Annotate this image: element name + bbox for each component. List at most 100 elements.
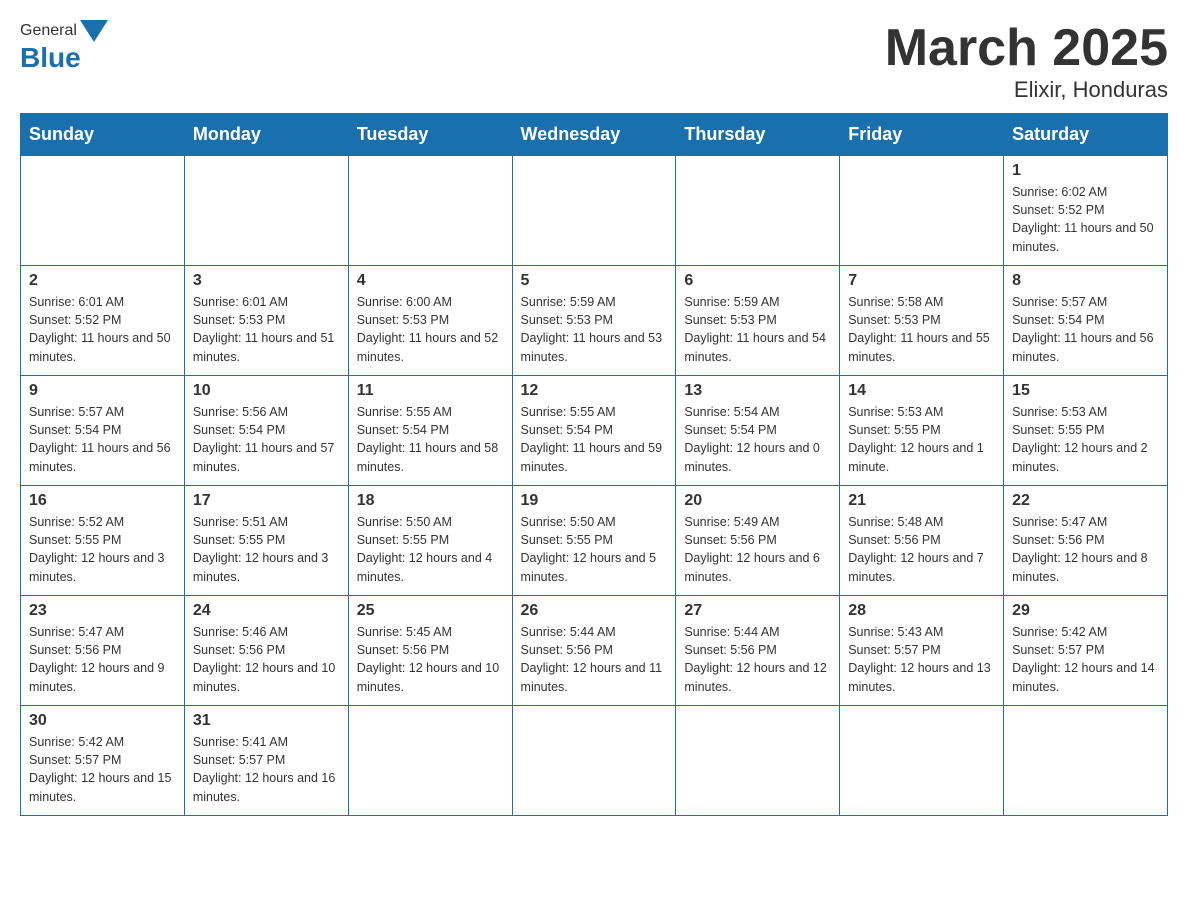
day-info: Sunrise: 5:56 AM Sunset: 5:54 PM Dayligh… — [193, 403, 340, 476]
calendar-cell: 20 Sunrise: 5:49 AM Sunset: 5:56 PM Dayli… — [676, 486, 840, 596]
logo-triangle-icon — [80, 20, 108, 42]
logo-general-text: General — [20, 22, 77, 40]
calendar-table: SundayMondayTuesdayWednesdayThursdayFrid… — [20, 113, 1168, 816]
calendar-cell: 30 Sunrise: 5:42 AM Sunset: 5:57 PM Dayli… — [21, 706, 185, 816]
day-number: 23 — [29, 602, 176, 620]
calendar-cell: 22 Sunrise: 5:47 AM Sunset: 5:56 PM Dayli… — [1004, 486, 1168, 596]
weekday-tuesday: Tuesday — [348, 114, 512, 156]
calendar-cell: 8Sunrise: 5:57 AM Sunset: 5:54 PM Daylig… — [1004, 266, 1168, 376]
day-info: Sunrise: 5:44 AM Sunset: 5:56 PM Dayligh… — [521, 623, 668, 696]
day-info: Sunrise: 5:41 AM Sunset: 5:57 PM Dayligh… — [193, 733, 340, 806]
day-number: 27 — [684, 602, 831, 620]
calendar-cell: 16 Sunrise: 5:52 AM Sunset: 5:55 PM Dayli… — [21, 486, 185, 596]
logo: General Blue — [20, 20, 111, 74]
day-number: 8 — [1012, 272, 1159, 290]
day-number: 20 — [684, 492, 831, 510]
calendar-cell: 21Sunrise: 5:48 AM Sunset: 5:56 PM Dayli… — [840, 486, 1004, 596]
day-number: 19 — [521, 492, 668, 510]
calendar-cell: 28 Sunrise: 5:43 AM Sunset: 5:57 PM Dayli… — [840, 596, 1004, 706]
day-info: Sunrise: 5:43 AM Sunset: 5:57 PM Dayligh… — [848, 623, 995, 696]
weekday-sunday: Sunday — [21, 114, 185, 156]
calendar-cell — [1004, 706, 1168, 816]
calendar-cell — [676, 706, 840, 816]
calendar-cell: 7Sunrise: 5:58 AM Sunset: 5:53 PM Daylig… — [840, 266, 1004, 376]
day-number: 28 — [848, 602, 995, 620]
day-info: Sunrise: 5:42 AM Sunset: 5:57 PM Dayligh… — [1012, 623, 1159, 696]
week-row-3: 16 Sunrise: 5:52 AM Sunset: 5:55 PM Dayli… — [21, 486, 1168, 596]
calendar-cell: 3Sunrise: 6:01 AM Sunset: 5:53 PM Daylig… — [184, 266, 348, 376]
calendar-cell: 23 Sunrise: 5:47 AM Sunset: 5:56 PM Dayli… — [21, 596, 185, 706]
week-row-2: 9 Sunrise: 5:57 AM Sunset: 5:54 PM Daylig… — [21, 376, 1168, 486]
calendar-cell — [512, 156, 676, 266]
day-info: Sunrise: 5:59 AM Sunset: 5:53 PM Dayligh… — [684, 293, 831, 366]
weekday-wednesday: Wednesday — [512, 114, 676, 156]
calendar-cell: 19Sunrise: 5:50 AM Sunset: 5:55 PM Dayli… — [512, 486, 676, 596]
calendar-cell: 17 Sunrise: 5:51 AM Sunset: 5:55 PM Dayli… — [184, 486, 348, 596]
day-number: 3 — [193, 272, 340, 290]
weekday-thursday: Thursday — [676, 114, 840, 156]
day-number: 10 — [193, 382, 340, 400]
day-info: Sunrise: 5:46 AM Sunset: 5:56 PM Dayligh… — [193, 623, 340, 696]
week-row-0: 1 Sunrise: 6:02 AM Sunset: 5:52 PM Daylig… — [21, 156, 1168, 266]
calendar-cell: 14Sunrise: 5:53 AM Sunset: 5:55 PM Dayli… — [840, 376, 1004, 486]
calendar-cell: 5 Sunrise: 5:59 AM Sunset: 5:53 PM Daylig… — [512, 266, 676, 376]
day-info: Sunrise: 6:02 AM Sunset: 5:52 PM Dayligh… — [1012, 183, 1159, 256]
day-info: Sunrise: 5:42 AM Sunset: 5:57 PM Dayligh… — [29, 733, 176, 806]
week-row-1: 2Sunrise: 6:01 AM Sunset: 5:52 PM Daylig… — [21, 266, 1168, 376]
day-number: 4 — [357, 272, 504, 290]
month-title: March 2025 — [885, 20, 1168, 77]
day-info: Sunrise: 5:58 AM Sunset: 5:53 PM Dayligh… — [848, 293, 995, 366]
calendar-cell: 6Sunrise: 5:59 AM Sunset: 5:53 PM Daylig… — [676, 266, 840, 376]
day-info: Sunrise: 5:51 AM Sunset: 5:55 PM Dayligh… — [193, 513, 340, 586]
day-info: Sunrise: 5:59 AM Sunset: 5:53 PM Dayligh… — [521, 293, 668, 366]
calendar-cell — [348, 706, 512, 816]
calendar-cell: 18Sunrise: 5:50 AM Sunset: 5:55 PM Dayli… — [348, 486, 512, 596]
weekday-header-row: SundayMondayTuesdayWednesdayThursdayFrid… — [21, 114, 1168, 156]
calendar-cell: 12Sunrise: 5:55 AM Sunset: 5:54 PM Dayli… — [512, 376, 676, 486]
calendar-cell: 9 Sunrise: 5:57 AM Sunset: 5:54 PM Daylig… — [21, 376, 185, 486]
week-row-5: 30 Sunrise: 5:42 AM Sunset: 5:57 PM Dayli… — [21, 706, 1168, 816]
day-number: 5 — [521, 272, 668, 290]
calendar-cell — [512, 706, 676, 816]
day-number: 30 — [29, 712, 176, 730]
day-info: Sunrise: 5:53 AM Sunset: 5:55 PM Dayligh… — [848, 403, 995, 476]
day-number: 17 — [193, 492, 340, 510]
day-number: 13 — [684, 382, 831, 400]
day-info: Sunrise: 5:47 AM Sunset: 5:56 PM Dayligh… — [1012, 513, 1159, 586]
calendar-cell: 25Sunrise: 5:45 AM Sunset: 5:56 PM Dayli… — [348, 596, 512, 706]
day-info: Sunrise: 5:49 AM Sunset: 5:56 PM Dayligh… — [684, 513, 831, 586]
title-area: March 2025 Elixir, Honduras — [885, 20, 1168, 103]
day-info: Sunrise: 5:47 AM Sunset: 5:56 PM Dayligh… — [29, 623, 176, 696]
day-number: 24 — [193, 602, 340, 620]
day-info: Sunrise: 5:44 AM Sunset: 5:56 PM Dayligh… — [684, 623, 831, 696]
day-number: 29 — [1012, 602, 1159, 620]
calendar-cell — [21, 156, 185, 266]
weekday-saturday: Saturday — [1004, 114, 1168, 156]
calendar-cell — [348, 156, 512, 266]
weekday-monday: Monday — [184, 114, 348, 156]
calendar-cell — [184, 156, 348, 266]
calendar-cell: 13Sunrise: 5:54 AM Sunset: 5:54 PM Dayli… — [676, 376, 840, 486]
calendar-cell — [840, 706, 1004, 816]
day-info: Sunrise: 5:48 AM Sunset: 5:56 PM Dayligh… — [848, 513, 995, 586]
calendar-cell: 10 Sunrise: 5:56 AM Sunset: 5:54 PM Dayli… — [184, 376, 348, 486]
day-number: 22 — [1012, 492, 1159, 510]
day-number: 9 — [29, 382, 176, 400]
header: General Blue March 2025 Elixir, Honduras — [20, 20, 1168, 103]
day-number: 25 — [357, 602, 504, 620]
day-number: 1 — [1012, 162, 1159, 180]
day-info: Sunrise: 5:55 AM Sunset: 5:54 PM Dayligh… — [521, 403, 668, 476]
logo-blue-text: Blue — [20, 42, 81, 74]
day-info: Sunrise: 5:57 AM Sunset: 5:54 PM Dayligh… — [29, 403, 176, 476]
day-number: 15 — [1012, 382, 1159, 400]
calendar-cell — [840, 156, 1004, 266]
calendar-cell: 24 Sunrise: 5:46 AM Sunset: 5:56 PM Dayli… — [184, 596, 348, 706]
day-info: Sunrise: 5:52 AM Sunset: 5:55 PM Dayligh… — [29, 513, 176, 586]
calendar-cell: 27 Sunrise: 5:44 AM Sunset: 5:56 PM Dayli… — [676, 596, 840, 706]
day-info: Sunrise: 6:00 AM Sunset: 5:53 PM Dayligh… — [357, 293, 504, 366]
calendar-cell: 15 Sunrise: 5:53 AM Sunset: 5:55 PM Dayli… — [1004, 376, 1168, 486]
calendar-cell: 4 Sunrise: 6:00 AM Sunset: 5:53 PM Daylig… — [348, 266, 512, 376]
day-number: 16 — [29, 492, 176, 510]
day-info: Sunrise: 5:53 AM Sunset: 5:55 PM Dayligh… — [1012, 403, 1159, 476]
calendar-cell — [676, 156, 840, 266]
